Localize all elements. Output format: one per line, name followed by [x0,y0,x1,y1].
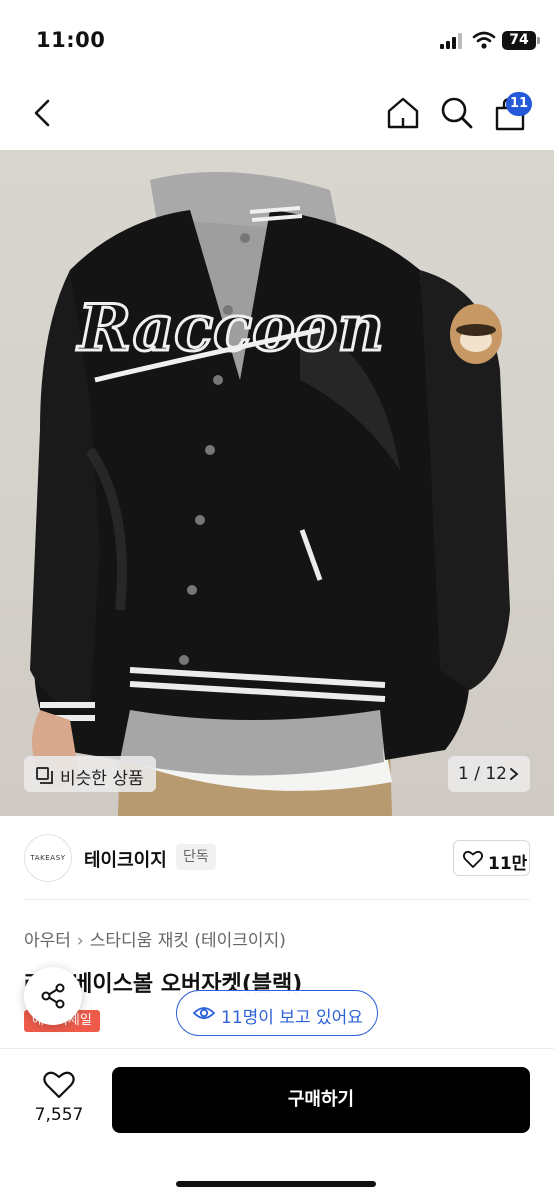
back-arrow-icon[interactable] [26,96,60,130]
shop-like-count: 11만 [488,854,528,874]
jacket-photo: Raccoon [30,172,510,816]
shop-name[interactable]: 테이크이지 [84,846,167,872]
eye-icon [193,1007,215,1019]
buy-button[interactable]: 구매하기 [112,1067,530,1133]
bottom-action-bar: 7,557 구매하기 [0,1048,554,1200]
battery-tip [537,37,540,44]
shop-tag: 단독 [176,844,216,870]
similar-products-label: 비슷한 상품 [60,769,144,789]
breadcrumb-item[interactable]: 아우터 [24,931,71,951]
wishlist-count: 7,557 [34,1105,84,1125]
similar-products-button[interactable]: 비슷한 상품 [24,756,156,792]
wifi-icon [472,31,496,49]
shop-like-button[interactable]: 11만 [453,840,530,876]
heart-icon [43,1071,75,1099]
product-image[interactable]: Raccoon 비슷한 상품 1 / 12 [0,150,554,816]
image-counter[interactable]: 1 / 12 [448,756,530,792]
cellular-signal-icon [440,33,464,49]
viewers-indicator: 11명이 보고 있어요 [176,990,378,1036]
status-time: 11:00 [36,28,106,52]
search-icon[interactable] [438,94,476,132]
top-navigation [0,80,554,150]
shop-row: TAKEASY 테이크이지 단독 11만 [0,816,554,900]
cart-count-badge: 11 [506,92,532,116]
chevron-right-icon [510,768,519,780]
home-icon[interactable] [384,94,422,132]
status-bar: 11:00 74 [0,0,554,80]
chevron-right-icon: › [76,931,84,951]
share-icon [41,983,65,1009]
wishlist-button[interactable]: 7,557 [26,1071,92,1131]
heart-icon [463,850,483,868]
breadcrumb-item[interactable]: 스타디움 재킷 (테이크이지) [90,931,286,951]
share-button[interactable] [24,967,82,1025]
shop-logo[interactable]: TAKEASY [24,834,72,882]
breadcrumb: 아우터 › 스타디움 재킷 (테이크이지) [24,926,286,951]
image-counter-label: 1 / 12 [458,764,507,784]
battery-level: 74 [502,31,536,50]
svg-text:Raccoon: Raccoon [76,291,384,366]
divider [24,899,530,900]
home-indicator [176,1181,376,1187]
viewers-label: 11명이 보고 있어요 [221,1008,363,1028]
similar-icon-shadow [40,771,53,784]
